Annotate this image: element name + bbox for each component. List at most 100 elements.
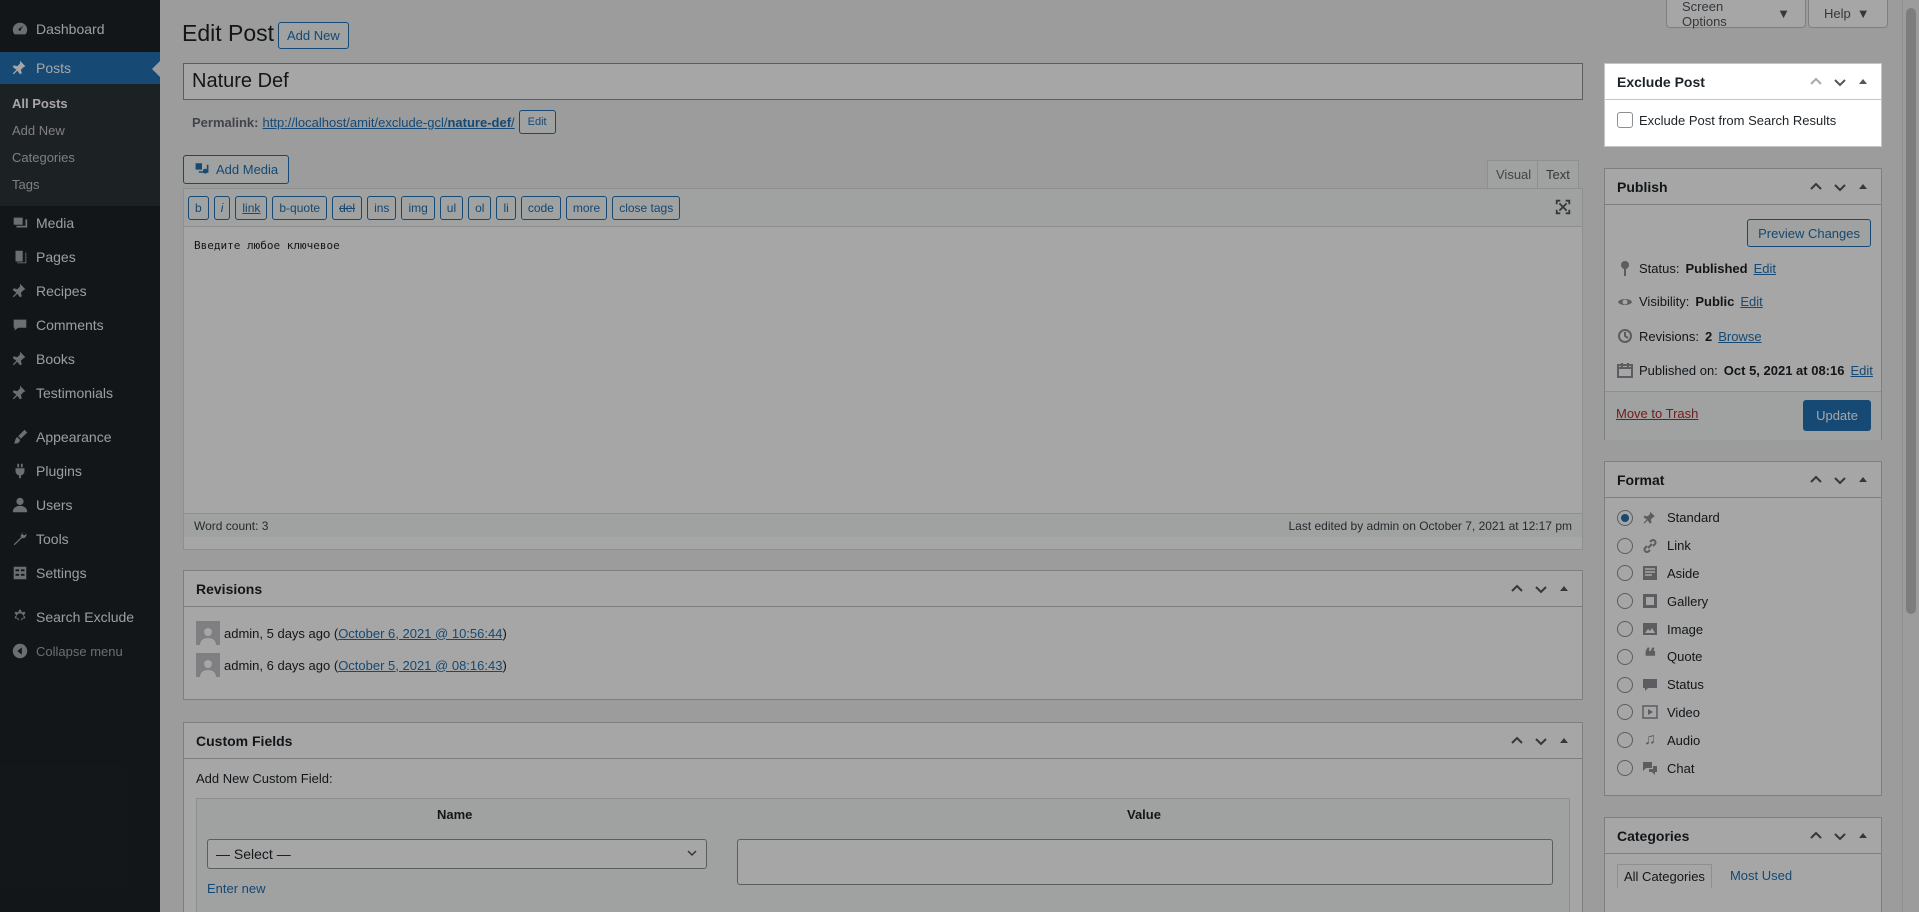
radio-button[interactable] [1617,537,1633,554]
dashboard-icon [10,19,30,39]
move-up-icon[interactable] [1809,75,1823,89]
radio-button[interactable] [1617,509,1633,526]
qt-close-tags-button[interactable]: close tags [612,195,681,220]
menu-media[interactable]: Media [0,206,160,240]
help-button[interactable]: Help ▼ [1808,0,1888,28]
post-title-input[interactable]: Nature Def [183,63,1583,100]
toggle-panel-icon[interactable] [1558,735,1570,747]
revision-link[interactable]: October 5, 2021 @ 08:16:43 [338,658,502,673]
add-media-button[interactable]: Add Media [183,155,290,184]
fullscreen-icon[interactable] [1554,198,1572,219]
radio-button[interactable] [1617,676,1633,693]
move-down-icon[interactable] [1833,473,1847,487]
browse-revisions-link[interactable]: Browse [1718,329,1761,344]
qt-more-button[interactable]: more [565,195,608,220]
page-scrollbar[interactable] [1902,0,1919,912]
toggle-panel-icon[interactable] [1857,830,1869,842]
tab-visual[interactable]: Visual [1487,160,1541,189]
qt-code-button[interactable]: code [520,195,561,220]
custom-field-value-input[interactable] [737,839,1553,885]
published-edit-link[interactable]: Edit [1850,363,1872,378]
qt-bquote-button[interactable]: b-quote [272,195,328,220]
menu-search-exclude[interactable]: Search Exclude [0,600,160,634]
tab-text[interactable]: Text [1537,160,1579,189]
format-option-chat[interactable]: Chat [1605,754,1881,782]
screen-options-button[interactable]: Screen Options ▼ [1666,0,1806,29]
menu-posts[interactable]: Posts [0,52,160,84]
move-to-trash-link[interactable]: Move to Trash [1616,406,1698,421]
menu-settings[interactable]: Settings [0,556,160,590]
submenu-all-posts[interactable]: All Posts [0,90,160,117]
move-up-icon[interactable] [1809,180,1823,194]
qt-ul-button[interactable]: ul [439,195,464,220]
qt-link-button[interactable]: link [235,195,268,220]
move-down-icon[interactable] [1534,582,1548,596]
qt-li-button[interactable]: li [496,195,516,220]
custom-field-name-select[interactable]: — Select — [207,839,707,869]
radio-button[interactable] [1617,704,1633,721]
qt-img-button[interactable]: img [401,195,435,220]
preview-changes-button[interactable]: Preview Changes [1747,219,1871,247]
tab-all-categories[interactable]: All Categories [1617,864,1712,889]
radio-button[interactable] [1617,593,1633,610]
scrollbar-thumb[interactable] [1906,8,1916,614]
qt-ol-button[interactable]: ol [468,195,492,220]
radio-button[interactable] [1617,648,1633,665]
permalink-link[interactable]: http://localhost/amit/exclude-gcl/nature… [262,115,514,130]
menu-appearance[interactable]: Appearance [0,420,160,454]
move-down-icon[interactable] [1833,829,1847,843]
toggle-panel-icon[interactable] [1857,474,1869,486]
menu-plugins[interactable]: Plugins [0,454,160,488]
move-up-icon[interactable] [1809,473,1823,487]
move-up-icon[interactable] [1809,829,1823,843]
update-button[interactable]: Update [1803,400,1871,431]
format-option-video[interactable]: Video [1605,699,1881,727]
move-down-icon[interactable] [1534,734,1548,748]
submenu-categories[interactable]: Categories [0,144,160,171]
menu-comments[interactable]: Comments [0,308,160,342]
qt-ins-button[interactable]: ins [367,195,397,220]
menu-books[interactable]: Books [0,342,160,376]
permalink-edit-button[interactable]: Edit [518,110,556,134]
format-option-gallery[interactable]: Gallery [1605,587,1881,615]
toggle-panel-icon[interactable] [1857,181,1869,193]
format-option-audio[interactable]: ♫ Audio [1605,726,1881,754]
qt-del-button[interactable]: del [332,195,363,220]
radio-button[interactable] [1617,732,1633,749]
radio-button[interactable] [1617,760,1633,777]
format-option-quote[interactable]: ❝ Quote [1605,643,1881,671]
submenu-add-new[interactable]: Add New [0,117,160,144]
qt-italic-button[interactable]: i [213,195,231,220]
menu-recipes[interactable]: Recipes [0,274,160,308]
move-up-icon[interactable] [1510,734,1524,748]
radio-button[interactable] [1617,565,1633,582]
move-down-icon[interactable] [1833,75,1847,89]
format-option-standard[interactable]: Standard [1605,504,1881,532]
toggle-panel-icon[interactable] [1558,583,1570,595]
add-new-button[interactable]: Add New [278,22,349,49]
format-option-status[interactable]: Status [1605,671,1881,699]
submenu-tags[interactable]: Tags [0,171,160,198]
qt-bold-button[interactable]: b [188,195,209,220]
menu-pages[interactable]: Pages [0,240,160,274]
toggle-panel-icon[interactable] [1857,76,1869,88]
format-option-image[interactable]: Image [1605,615,1881,643]
status-edit-link[interactable]: Edit [1754,261,1776,276]
move-down-icon[interactable] [1833,180,1847,194]
format-option-link[interactable]: Link [1605,532,1881,560]
editor-textarea[interactable]: Введите любое ключевое [184,227,1582,513]
tab-most-used[interactable]: Most Used [1724,864,1798,889]
exclude-checkbox[interactable] [1617,112,1633,128]
format-option-aside[interactable]: Aside [1605,560,1881,588]
visibility-edit-link[interactable]: Edit [1740,294,1762,309]
menu-users[interactable]: Users [0,488,160,522]
exclude-checkbox-row[interactable]: Exclude Post from Search Results [1605,100,1881,140]
radio-button[interactable] [1617,621,1633,638]
move-up-icon[interactable] [1510,582,1524,596]
revision-link[interactable]: October 6, 2021 @ 10:56:44 [338,626,502,641]
menu-dashboard[interactable]: Dashboard [0,12,160,46]
menu-testimonials[interactable]: Testimonials [0,376,160,410]
menu-collapse[interactable]: Collapse menu [0,634,160,668]
menu-tools[interactable]: Tools [0,522,160,556]
enter-new-link[interactable]: Enter new [207,881,266,896]
